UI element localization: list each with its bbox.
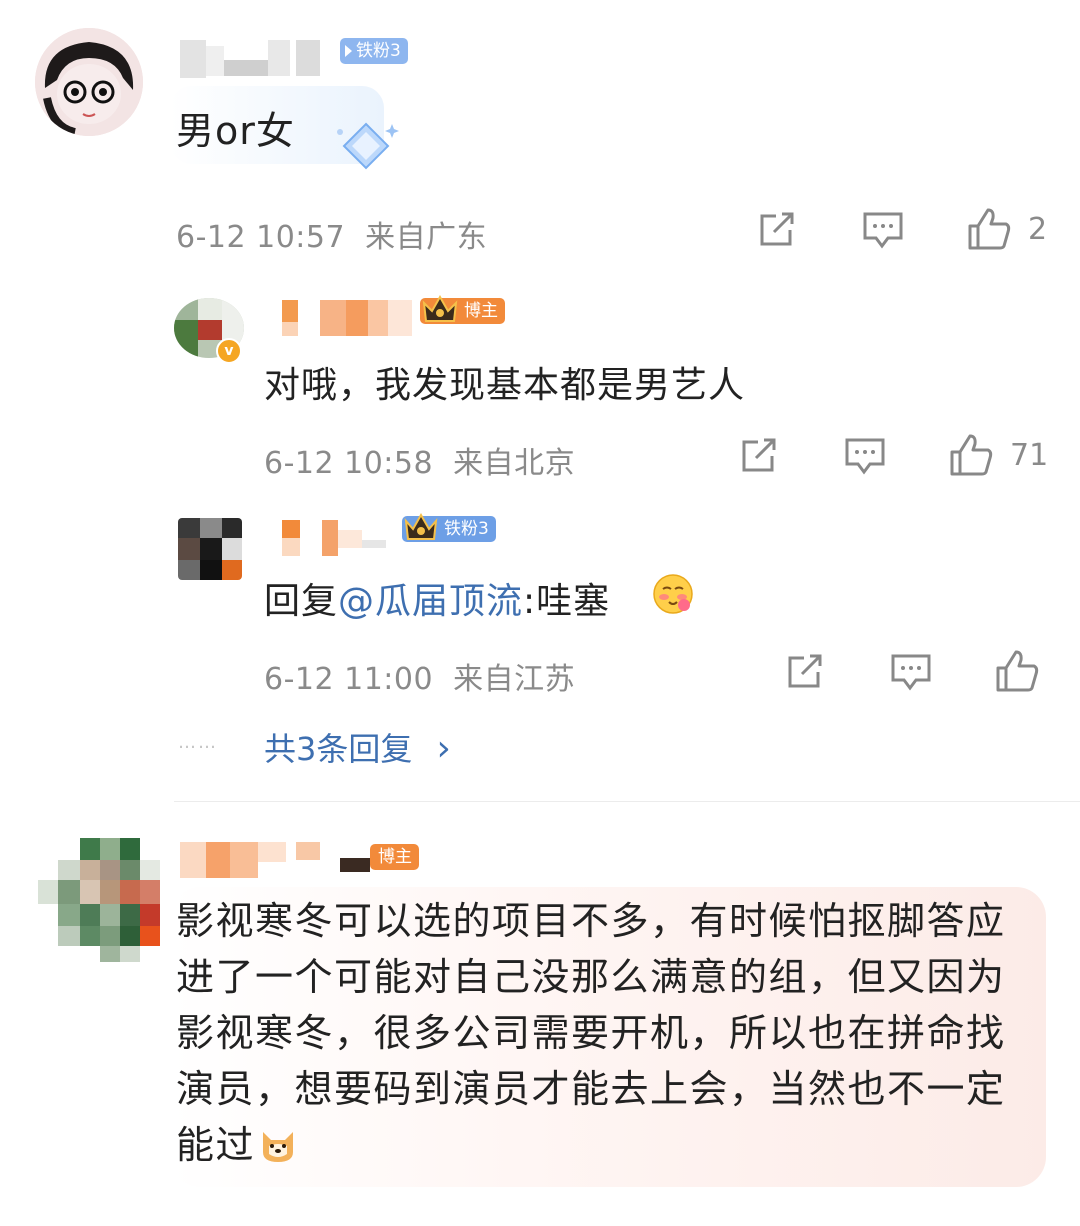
view-more-replies-link[interactable]: 共3条回复 › (264, 724, 451, 770)
comment-icon[interactable] (890, 652, 932, 692)
like-count: 71 (1010, 438, 1049, 473)
avatar[interactable] (38, 838, 160, 962)
location: 来自北京 (453, 446, 576, 481)
more-replies-label: 共3条回复 (264, 730, 413, 768)
divider (174, 801, 1080, 802)
fan-badge-icon (404, 512, 438, 540)
like-icon[interactable] (994, 648, 1040, 694)
comment-icon[interactable] (844, 436, 886, 476)
share-icon[interactable] (784, 652, 826, 692)
reply-text: 回复@瓜届顶流:哇塞 (264, 572, 610, 624)
comment-body: 影视寒冬可以选的项目不多，有时候怕抠脚答应进了一个可能对自己没那么满意的组，但又… (176, 899, 1006, 1167)
chevron-right-icon: › (436, 728, 451, 769)
comment-meta: 6-12 10:57 来自广东 (176, 212, 487, 256)
share-icon[interactable] (738, 436, 780, 476)
mention-link[interactable]: @瓜届顶流 (338, 581, 523, 622)
like-count: 2 (1028, 212, 1048, 247)
comment-text: 影视寒冬可以选的项目不多，有时候怕抠脚答应进了一个可能对自己没那么满意的组，但又… (176, 893, 1036, 1173)
avatar[interactable] (35, 28, 143, 136)
timestamp: 6-12 11:00 (264, 662, 434, 697)
timestamp: 6-12 10:58 (264, 446, 434, 481)
reply-meta: 6-12 10:58 来自北京 (264, 438, 575, 482)
fan-badge: 铁粉3 (340, 38, 408, 64)
fan-badge-icon (345, 45, 352, 57)
blogger-badge: 博主 (370, 844, 419, 870)
comment-text: 男or女 (176, 109, 295, 153)
reply-text: 对哦，我发现基本都是男艺人 (264, 365, 746, 406)
dog-emoji-icon (263, 1132, 294, 1162)
cartoon-avatar-icon (35, 28, 143, 136)
reply-prefix: 回复 (264, 581, 339, 622)
like-icon[interactable] (966, 206, 1012, 252)
timestamp: 6-12 10:57 (176, 220, 346, 255)
reply-body: :哇塞 (523, 581, 611, 622)
more-dots: …… (178, 732, 218, 753)
blogger-badge: 博主 (420, 294, 505, 324)
fan-badge: 铁粉3 (402, 512, 496, 542)
blogger-crown-icon (422, 294, 458, 322)
like-icon[interactable] (948, 432, 994, 478)
location: 来自江苏 (453, 662, 576, 697)
comment-icon[interactable] (862, 210, 904, 250)
share-icon[interactable] (756, 210, 798, 250)
location: 来自广东 (365, 220, 488, 255)
avatar[interactable] (178, 518, 242, 580)
blush-emoji-icon (653, 574, 693, 614)
reply-meta: 6-12 11:00 来自江苏 (264, 654, 575, 698)
diamond-decoration-icon (337, 122, 399, 170)
verified-v-icon: v (216, 338, 242, 364)
